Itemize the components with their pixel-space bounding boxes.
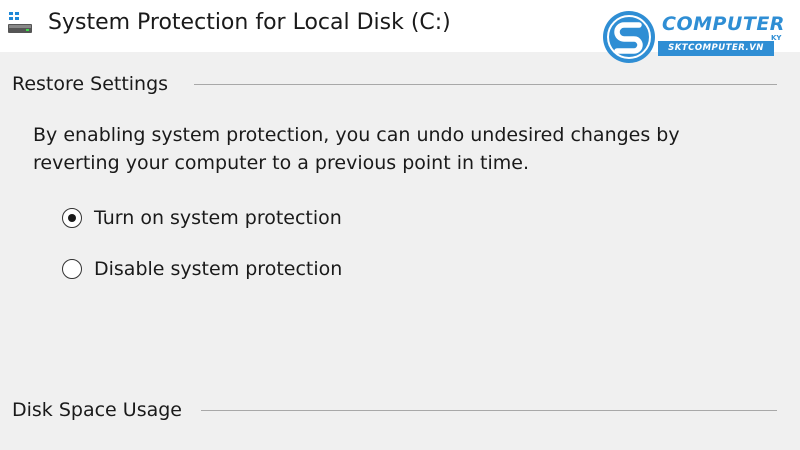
radio-disable-label[interactable]: Disable system protection <box>94 256 342 282</box>
radio-dot <box>67 213 76 222</box>
disk-space-usage-heading: Disk Space Usage <box>12 399 182 421</box>
logo-subtitle: SKTCOMPUTER.VN <box>658 41 774 56</box>
restore-settings-description: By enabling system protection, you can u… <box>33 124 680 174</box>
s-logo-icon <box>603 11 655 63</box>
disk-space-usage-divider <box>201 410 777 411</box>
radio-turn-on-label[interactable]: Turn on system protection <box>94 205 342 231</box>
watermark-logo: COMPUTER KY SKTCOMPUTER.VN <box>600 8 790 68</box>
logo-brand-text: COMPUTER <box>662 13 785 35</box>
radio-button-unselected[interactable] <box>62 259 82 279</box>
radio-button-selected[interactable] <box>62 208 82 228</box>
drive-icon <box>8 12 32 33</box>
restore-settings-heading: Restore Settings <box>12 73 169 95</box>
restore-settings-divider <box>194 84 777 85</box>
window-title: System Protection for Local Disk (C:) <box>48 10 451 35</box>
